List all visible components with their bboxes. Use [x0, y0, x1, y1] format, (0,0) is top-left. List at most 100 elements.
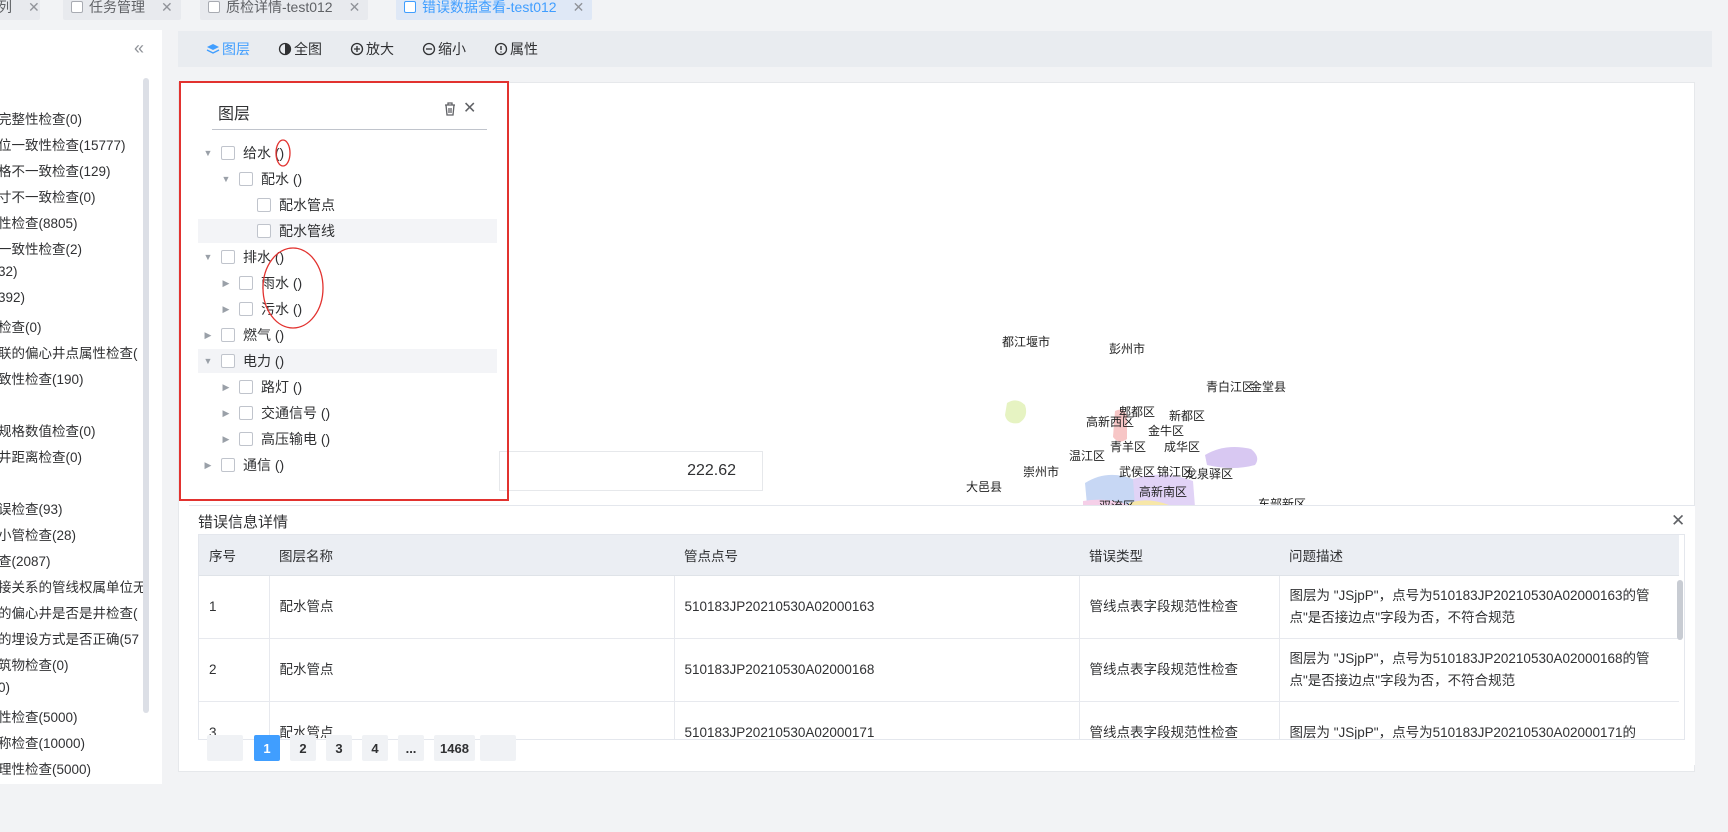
- check-list-item[interactable]: 致性检查(190): [0, 368, 84, 388]
- check-list-item[interactable]: 性检查(8805): [0, 212, 78, 232]
- table-row[interactable]: 2 配水管点 510183JP20210530A02000168 管线点表字段规范性检…: [199, 638, 1679, 702]
- layer-tree-row[interactable]: ▼ 排水 (): [198, 245, 497, 269]
- tab-task-management[interactable]: 任务管理 ✕: [63, 0, 181, 20]
- properties-button[interactable]: 属性: [494, 39, 538, 59]
- more-pages-button[interactable]: ...: [398, 735, 424, 761]
- layer-checkbox[interactable]: [239, 380, 253, 394]
- layers-button[interactable]: 图层: [206, 39, 250, 59]
- caret-right-icon[interactable]: ▶: [221, 278, 231, 289]
- next-page-button[interactable]: [480, 735, 516, 761]
- layer-tree-row[interactable]: ▶ 通信 (): [198, 453, 497, 477]
- check-list-item[interactable]: 392): [0, 290, 25, 305]
- check-list-item[interactable]: 位一致性检查(15777): [0, 134, 126, 154]
- check-list-item[interactable]: 检查(0): [0, 316, 42, 336]
- page-button[interactable]: 4: [362, 735, 388, 761]
- page-button[interactable]: 1468: [434, 735, 475, 761]
- close-icon[interactable]: ✕: [573, 0, 585, 16]
- caret-down-icon[interactable]: ▼: [203, 356, 213, 366]
- full-extent-button[interactable]: 全图: [278, 39, 322, 59]
- layer-tree-row[interactable]: ▼ 给水 (): [198, 141, 497, 165]
- check-list-item[interactable]: 的偏心井是否是井检查(: [0, 602, 138, 622]
- place-label: 大邑县: [966, 480, 1003, 494]
- table-row[interactable]: 1 配水管点 510183JP20210530A02000163 管线点表字段规范性检…: [199, 575, 1679, 639]
- caret-right-icon[interactable]: ▶: [203, 330, 213, 341]
- check-list-item[interactable]: 格不一致检查(129): [0, 160, 111, 180]
- column-header[interactable]: 错误类型: [1079, 535, 1279, 576]
- error-panel-title: 错误信息详情: [198, 514, 289, 531]
- caret-down-icon[interactable]: ▼: [203, 252, 213, 262]
- layer-checkbox[interactable]: [221, 354, 235, 368]
- close-icon[interactable]: ✕: [161, 0, 173, 16]
- layer-checkbox[interactable]: [257, 224, 271, 238]
- column-header[interactable]: 图层名称: [269, 535, 674, 576]
- caret-right-icon[interactable]: ▶: [221, 304, 231, 315]
- layer-checkbox[interactable]: [257, 198, 271, 212]
- scrollbar[interactable]: [143, 78, 149, 713]
- caret-down-icon[interactable]: ▼: [221, 174, 231, 184]
- check-list-item[interactable]: 0): [0, 680, 10, 695]
- prev-page-button[interactable]: [207, 735, 243, 761]
- check-list-item[interactable]: 接关系的管线权属单位无: [0, 576, 147, 596]
- check-list-item[interactable]: 的埋设方式是否正确(57: [0, 628, 139, 648]
- collapse-icon[interactable]: «: [134, 38, 144, 59]
- check-list-item[interactable]: 筑物检查(0): [0, 654, 69, 674]
- check-list-item[interactable]: 误检查(93): [0, 498, 63, 518]
- layer-tree-row[interactable]: ▶ 污水 (): [198, 297, 497, 321]
- zoom-in-button[interactable]: 放大: [350, 39, 394, 59]
- check-list-item[interactable]: 查(2087): [0, 550, 51, 570]
- layer-tree-row[interactable]: ▶ 高压输电 (): [198, 427, 497, 451]
- layer-tree-row[interactable]: ▶ 路灯 (): [198, 375, 497, 399]
- check-list-item[interactable]: 规格数值检查(0): [0, 420, 96, 440]
- check-list-item[interactable]: 一致性检查(2): [0, 238, 82, 258]
- layer-checkbox[interactable]: [239, 172, 253, 186]
- layer-tree-row[interactable]: ▶ 雨水 (): [198, 271, 497, 295]
- page-button[interactable]: 2: [290, 735, 316, 761]
- layer-checkbox[interactable]: [239, 302, 253, 316]
- layer-tree-row[interactable]: ▼ 电力 (): [198, 349, 497, 373]
- check-list-item[interactable]: 32): [0, 264, 18, 279]
- page-button[interactable]: 3: [326, 735, 352, 761]
- trash-icon[interactable]: [443, 101, 457, 122]
- layer-checkbox[interactable]: [239, 406, 253, 420]
- check-list-item[interactable]: 称检查(10000): [0, 732, 85, 752]
- layer-checkbox[interactable]: [239, 276, 253, 290]
- check-list-item[interactable]: 性检查(5000): [0, 706, 78, 726]
- check-list-item[interactable]: 井距离检查(0): [0, 446, 82, 466]
- layer-tree-row[interactable]: ▶ 交通信号 (): [198, 401, 497, 425]
- tab-qc-detail[interactable]: 质检详情-test012 ✕: [200, 0, 369, 20]
- close-icon[interactable]: ✕: [1671, 511, 1685, 531]
- caret-right-icon[interactable]: ▶: [221, 408, 231, 419]
- caret-right-icon[interactable]: ▶: [221, 434, 231, 445]
- layer-tree-row[interactable]: ▼ 配水 (): [198, 167, 497, 191]
- close-icon[interactable]: ✕: [463, 98, 476, 118]
- column-header[interactable]: 序号: [199, 535, 269, 576]
- tab-prev[interactable]: 列 ✕: [0, 0, 40, 20]
- check-list-item[interactable]: 完整性检查(0): [0, 108, 82, 128]
- check-list-item[interactable]: 联的偏心井点属性检查(: [0, 342, 138, 362]
- table-cell: 配水管点: [269, 575, 675, 639]
- caret-down-icon[interactable]: ▼: [203, 148, 213, 158]
- layer-checkbox[interactable]: [239, 432, 253, 446]
- column-header[interactable]: 管点点号: [674, 535, 1079, 576]
- column-header[interactable]: 问题描述: [1279, 535, 1679, 576]
- check-list-item[interactable]: 理性检查(5000): [0, 758, 91, 778]
- layer-checkbox[interactable]: [221, 146, 235, 160]
- caret-right-icon[interactable]: ▶: [203, 460, 213, 471]
- layer-tree-row[interactable]: 配水管线: [198, 219, 497, 243]
- layer-checkbox[interactable]: [221, 328, 235, 342]
- check-list-item[interactable]: 小管检查(28): [0, 524, 76, 544]
- check-list-item[interactable]: 寸不一致检查(0): [0, 186, 96, 206]
- globe-icon: [278, 42, 292, 56]
- caret-right-icon[interactable]: ▶: [221, 382, 231, 393]
- layer-checkbox[interactable]: [221, 250, 235, 264]
- layer-checkbox[interactable]: [221, 458, 235, 472]
- tab-error-data[interactable]: 错误数据查看-test012 ✕: [396, 0, 593, 20]
- close-icon[interactable]: ✕: [28, 0, 40, 16]
- layer-tree-row[interactable]: ▶ 燃气 (): [198, 323, 497, 347]
- close-icon[interactable]: ✕: [349, 0, 361, 16]
- layer-label: 通信 (): [243, 457, 285, 473]
- zoom-out-button[interactable]: 缩小: [422, 39, 466, 59]
- scrollbar[interactable]: [1677, 580, 1683, 640]
- page-button[interactable]: 1: [254, 735, 280, 761]
- layer-tree-row[interactable]: 配水管点: [198, 193, 497, 217]
